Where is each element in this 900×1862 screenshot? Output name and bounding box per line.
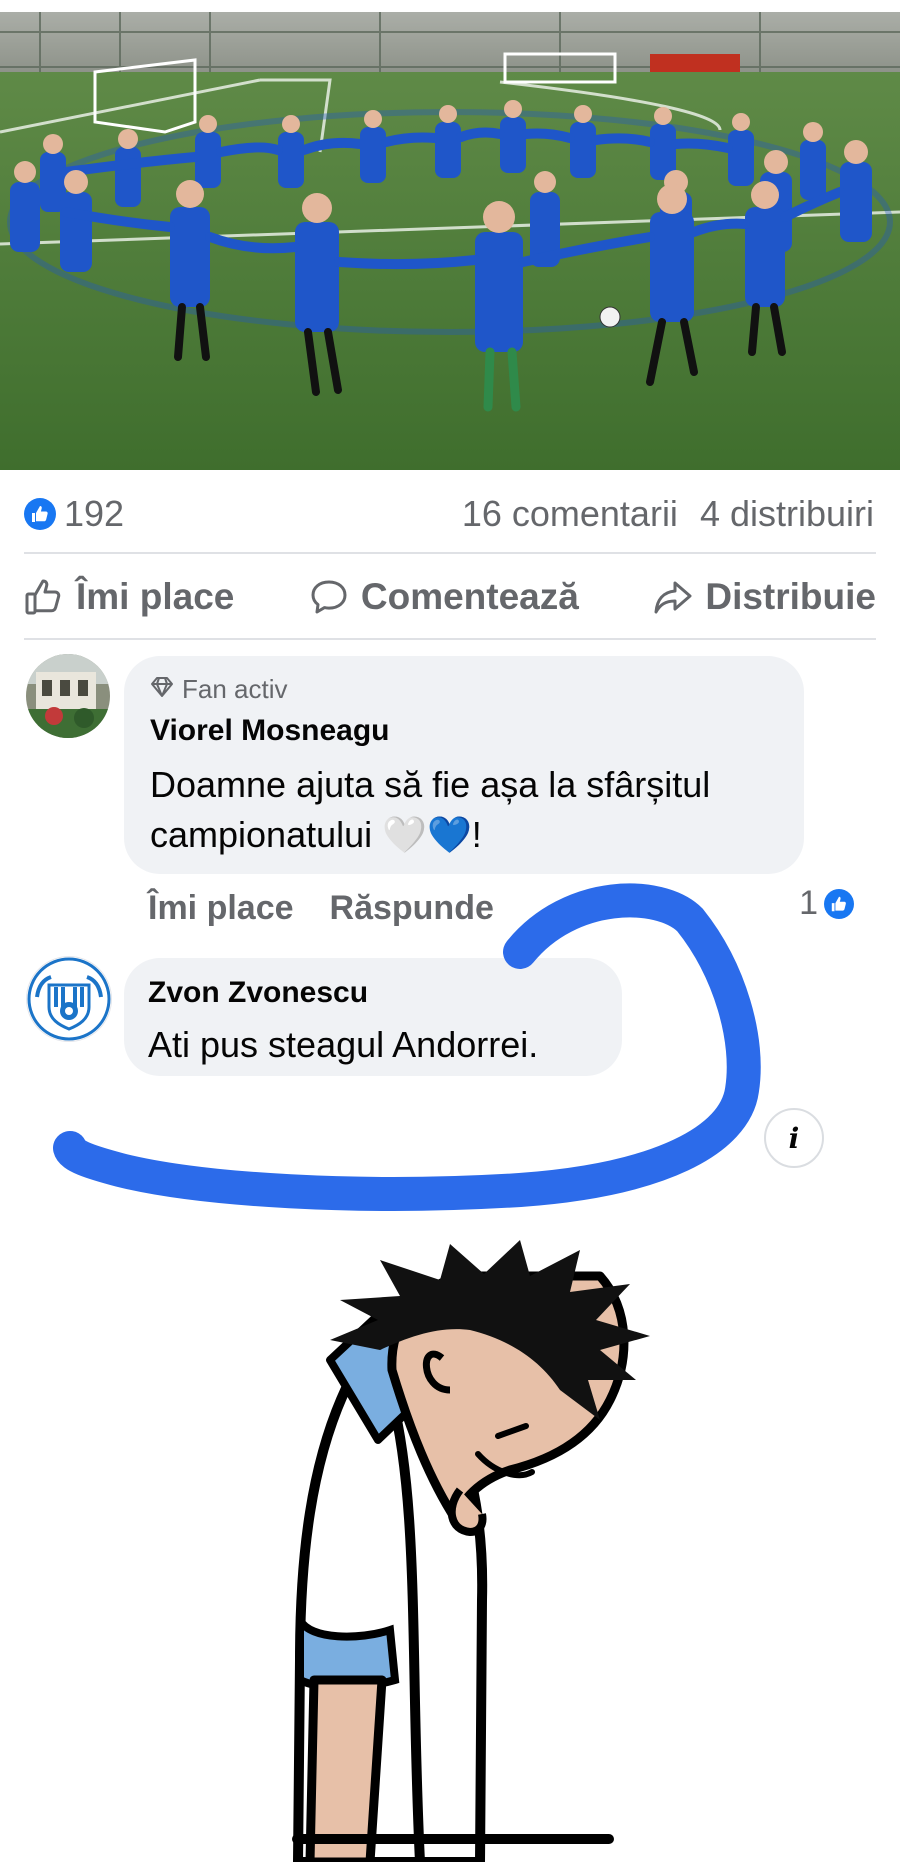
comment-reply-link[interactable]: Răspunde <box>330 889 494 928</box>
comment-like-link[interactable]: Îmi place <box>148 889 294 928</box>
reaction-count[interactable]: 192 <box>64 493 124 535</box>
comment-text: Ati pus steagul Andorrei. <box>148 1024 539 1065</box>
like-badge-icon[interactable] <box>24 498 56 530</box>
reactions-bar: 192 16 comentarii 4 distribuiri <box>24 488 876 540</box>
like-badge-icon <box>824 888 854 919</box>
divider <box>24 638 876 640</box>
comments-count[interactable]: 16 comentarii <box>462 493 678 535</box>
fan-badge: Fan activ <box>150 674 288 705</box>
commenter-avatar[interactable] <box>26 956 112 1042</box>
engagement-counts: 16 comentarii 4 distribuiri <box>462 493 876 535</box>
share-button-label: Distribuie <box>705 576 876 617</box>
fan-badge-label: Fan activ <box>182 674 288 704</box>
thumbs-up-outline-icon <box>24 577 64 617</box>
comment-like-count-value: 1 <box>799 884 818 922</box>
diamond-icon <box>150 674 174 705</box>
info-button[interactable]: i <box>764 1108 824 1168</box>
commenter-avatar[interactable] <box>26 654 110 738</box>
comment-actions: Îmi place Răspunde 1 <box>148 884 854 932</box>
comment-bubble-icon <box>309 577 349 617</box>
home-indicator[interactable] <box>292 1834 614 1844</box>
like-button-label: Îmi place <box>76 576 235 617</box>
avatar-photo <box>26 654 110 738</box>
comment-author[interactable]: Viorel Mosneagu <box>150 714 390 748</box>
sad-man-illustration <box>293 1240 650 1862</box>
share-button[interactable]: Distribuie <box>653 576 876 618</box>
post-photo[interactable] <box>0 12 900 470</box>
shares-count[interactable]: 4 distribuiri <box>700 493 874 535</box>
like-button[interactable]: Îmi place <box>24 576 234 618</box>
comment-like-count[interactable]: 1 <box>799 884 854 923</box>
share-arrow-icon <box>653 577 693 617</box>
comment-bubble[interactable]: Fan activ Viorel Mosneagu Doamne ajuta s… <box>124 656 804 874</box>
divider <box>24 552 876 554</box>
comment-author[interactable]: Zvon Zvonescu <box>148 976 368 1010</box>
info-icon: i <box>788 1121 800 1155</box>
comment-text: Doamne ajuta să fie așa la sfârșitul cam… <box>150 764 711 855</box>
post-action-bar: Îmi place Comentează Distribuie <box>24 560 876 634</box>
club-crest-logo <box>27 957 111 1041</box>
comment-button[interactable]: Comentează <box>309 576 579 618</box>
comment-button-label: Comentează <box>360 576 579 617</box>
comment-bubble[interactable]: Zvon Zvonescu Ati pus steagul Andorrei. <box>124 958 622 1076</box>
team-circle-photo <box>0 12 900 470</box>
